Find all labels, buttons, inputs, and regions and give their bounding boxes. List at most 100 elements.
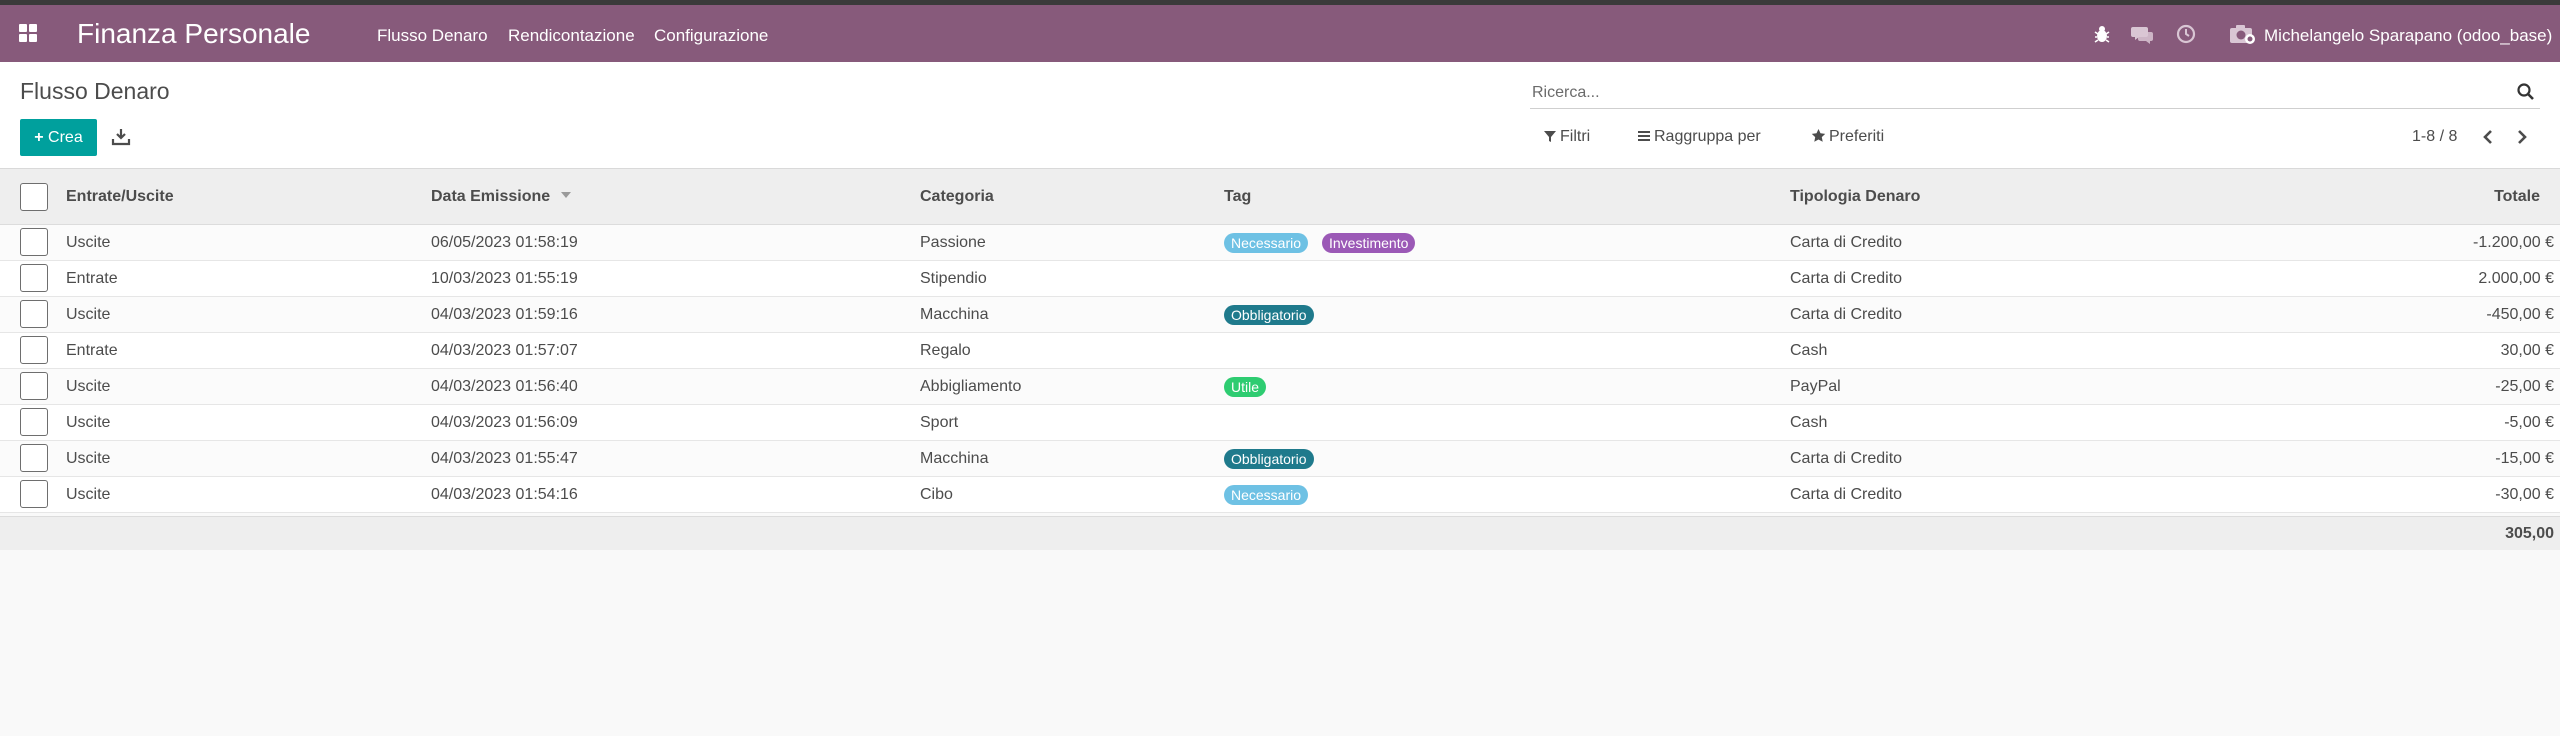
row-checkbox[interactable] [20,444,48,472]
user-menu[interactable]: Michelangelo Sparapano (odoo_base) [2264,25,2552,47]
cell-categoria: Macchina [920,450,989,467]
favorites-label: Preferiti [1829,128,1885,145]
page-title: Flusso Denaro [20,78,170,104]
table-row[interactable]: Uscite 04/03/2023 01:56:40 Abbigliamento Pa… [0,369,2560,405]
cell-entrate-uscite: Entrate [66,342,118,359]
create-label: Crea [48,129,83,146]
cell-tipologia-denaro: Carta di Credito [1790,306,1903,323]
list-icon [1638,131,1650,141]
filters-button[interactable]: Filtri [1543,124,1590,150]
cell-totale: -25,00 € [2495,378,2554,395]
cell-categoria: Regalo [920,342,971,359]
table-row[interactable]: Uscite 06/05/2023 01:58:19 Passione Carta d… [0,225,2560,261]
cell-categoria: Sport [920,414,959,431]
cell-tipologia-denaro: PayPal [1790,378,1841,395]
plus-icon: + [34,129,44,146]
tag-badge: Necessario [1224,485,1309,505]
tag-badge: Necessario [1224,233,1309,253]
control-panel: Flusso Denaro + Crea Filtri Raggruppa pe… [0,62,2560,169]
row-checkbox[interactable] [20,480,48,508]
filter-icon [1544,131,1556,142]
cell-entrate-uscite: Uscite [66,378,111,395]
table-row[interactable]: Uscite 04/03/2023 01:55:47 Macchina Carta d… [0,441,2560,477]
cell-totale: 2.000,00 € [2478,270,2554,287]
cell-tipologia-denaro: Cash [1790,414,1828,431]
groupby-button[interactable]: Raggruppa per [1637,124,1761,150]
cell-totale: -1.200,00 € [2473,234,2554,251]
groupby-label: Raggruppa per [1654,128,1761,145]
cell-totale: -15,00 € [2495,450,2554,467]
main-navbar: Finanza Personale Flusso Denaro Rendicon… [0,5,2560,62]
column-header-totale[interactable]: Totale [2380,187,2540,207]
clock-icon[interactable] [2173,21,2199,47]
search-bar [1530,76,2540,109]
row-checkbox[interactable] [20,228,48,256]
table-footer: 305,00 [0,516,2560,550]
cell-tipologia-denaro: Carta di Credito [1790,234,1903,251]
apps-icon[interactable] [17,22,39,44]
cell-totale: -450,00 € [2486,306,2554,323]
cell-categoria: Cibo [920,486,953,503]
cell-data-emissione: 10/03/2023 01:55:19 [431,270,578,287]
bug-icon[interactable] [2089,21,2115,47]
cell-data-emissione: 04/03/2023 01:59:16 [431,306,578,323]
cell-tipologia-denaro: Cash [1790,342,1828,359]
menu-rendicontazione[interactable]: Rendicontazione [508,25,635,47]
cell-tipologia-denaro: Carta di Credito [1790,486,1903,503]
app-brand[interactable]: Finanza Personale [77,18,310,50]
column-header-tipologia-denaro[interactable]: Tipologia Denaro [1790,187,1920,207]
pager-value[interactable]: 1-8 / 8 [2412,126,2457,148]
row-checkbox[interactable] [20,372,48,400]
filters-label: Filtri [1560,128,1591,145]
cell-tipologia-denaro: Carta di Credito [1790,450,1903,467]
cell-data-emissione: 04/03/2023 01:55:47 [431,450,578,467]
tag-badge: Investimento [1322,233,1416,253]
table-row[interactable]: Uscite 04/03/2023 01:54:16 Cibo Carta di Cr… [0,477,2560,513]
menu-configurazione[interactable]: Configurazione [654,25,768,47]
favorites-button[interactable]: Preferiti [1811,124,1884,150]
cell-entrate-uscite: Uscite [66,486,111,503]
row-checkbox[interactable] [20,300,48,328]
chat-icon[interactable] [2130,21,2156,47]
pager-previous-icon[interactable] [2476,125,2500,149]
column-header-data-emissione-label: Data Emissione [431,188,551,205]
star-icon [1811,129,1826,142]
row-checkbox[interactable] [20,336,48,364]
cell-data-emissione: 04/03/2023 01:57:07 [431,342,578,359]
cell-totale: -30,00 € [2495,486,2554,503]
cell-entrate-uscite: Uscite [66,234,111,251]
cell-entrate-uscite: Uscite [66,450,111,467]
cell-data-emissione: 04/03/2023 01:56:09 [431,414,578,431]
create-button[interactable]: + Crea [20,119,97,156]
cell-categoria: Stipendio [920,270,987,287]
search-input[interactable] [1532,82,2472,104]
table-row[interactable]: Uscite 04/03/2023 01:56:09 Sport Cash -5,00 … [0,405,2560,441]
row-checkbox[interactable] [20,408,48,436]
column-header-tag[interactable]: Tag [1224,187,1251,207]
search-icon[interactable] [2516,82,2536,102]
cell-entrate-uscite: Uscite [66,414,111,431]
column-header-categoria[interactable]: Categoria [920,187,994,207]
row-checkbox[interactable] [20,264,48,292]
tag-badge: Obbligatorio [1224,305,1314,325]
cell-data-emissione: 06/05/2023 01:58:19 [431,234,578,251]
column-header-data-emissione[interactable]: Data Emissione [431,187,572,207]
select-all-checkbox[interactable] [20,183,48,211]
table-row[interactable]: Entrate 10/03/2023 01:55:19 Stipendio Carta… [0,261,2560,297]
camera-icon[interactable] [2228,21,2258,47]
cell-categoria: Macchina [920,306,989,323]
download-icon[interactable] [110,126,132,148]
cell-totale: -5,00 € [2504,414,2554,431]
pager-next-icon[interactable] [2510,125,2534,149]
cell-categoria: Abbigliamento [920,378,1022,395]
tag-badge: Obbligatorio [1224,449,1314,469]
menu-flusso-denaro[interactable]: Flusso Denaro [377,25,488,47]
column-header-entrate-uscite[interactable]: Entrate/Uscite [66,187,174,207]
sort-down-icon [560,192,571,198]
cell-data-emissione: 04/03/2023 01:54:16 [431,486,578,503]
cell-entrate-uscite: Uscite [66,306,111,323]
tag-badge: Utile [1224,377,1267,397]
cell-data-emissione: 04/03/2023 01:56:40 [431,378,578,395]
table-row[interactable]: Uscite 04/03/2023 01:59:16 Macchina Carta d… [0,297,2560,333]
table-row[interactable]: Entrate 04/03/2023 01:57:07 Regalo Cash 30,0… [0,333,2560,369]
